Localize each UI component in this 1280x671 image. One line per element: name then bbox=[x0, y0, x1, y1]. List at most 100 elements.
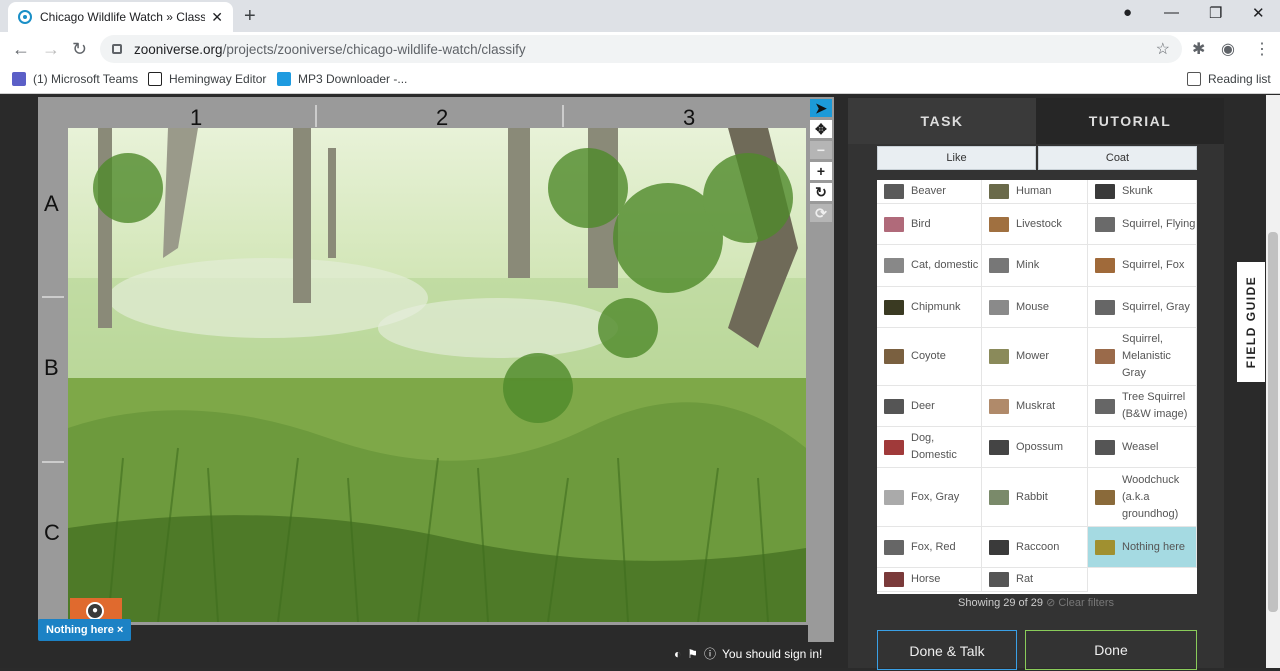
species-name: Weasel bbox=[1122, 440, 1159, 453]
species-thumbnail bbox=[1095, 216, 1115, 232]
species-name: Squirrel, Melanistic Gray bbox=[1122, 333, 1171, 379]
filter-like-button[interactable]: Like bbox=[877, 146, 1036, 170]
species-option[interactable]: Squirrel, Gray bbox=[1088, 287, 1197, 328]
species-name: Woodchuck (a.k.a groundhog) bbox=[1122, 473, 1180, 520]
back-icon[interactable]: ← bbox=[12, 39, 30, 60]
species-option[interactable]: Mouse bbox=[982, 287, 1088, 328]
species-option[interactable]: Raccoon bbox=[982, 527, 1088, 568]
species-name: Muskrat bbox=[1016, 399, 1056, 412]
done-and-talk-button[interactable]: Done & Talk bbox=[877, 630, 1017, 670]
sign-in-notice[interactable]: You should sign in! bbox=[722, 647, 822, 661]
pan-tool-icon[interactable]: ✥ bbox=[810, 120, 832, 138]
url-host: zooniverse.org bbox=[134, 41, 223, 57]
flag-icon[interactable]: ⚑ bbox=[687, 647, 698, 661]
tab-task[interactable]: TASK bbox=[848, 98, 1036, 144]
species-thumbnail bbox=[989, 216, 1009, 232]
species-option[interactable]: Fox, Red bbox=[877, 527, 982, 568]
species-option[interactable]: Woodchuck (a.k.a groundhog) bbox=[1088, 468, 1197, 527]
species-thumbnail bbox=[989, 349, 1009, 364]
clear-filters-label: Clear filters bbox=[1058, 597, 1114, 609]
info-icon[interactable]: ⓘ bbox=[704, 645, 716, 662]
species-option[interactable]: Cat, domestic bbox=[877, 245, 982, 287]
species-name: Horse bbox=[911, 573, 941, 585]
bookmark-teams[interactable]: (1) Microsoft Teams bbox=[12, 72, 138, 86]
species-option[interactable]: Mower bbox=[982, 328, 1088, 386]
species-option[interactable]: Chipmunk bbox=[877, 287, 982, 328]
tab-tutorial[interactable]: TUTORIAL bbox=[1036, 98, 1224, 144]
field-guide-tab[interactable]: FIELD GUIDE bbox=[1237, 262, 1265, 382]
species-option[interactable]: Fox, Gray bbox=[877, 468, 982, 527]
close-tab-icon[interactable]: ✕ bbox=[211, 9, 223, 26]
zoom-in-icon[interactable]: + bbox=[810, 162, 832, 180]
row-divider bbox=[42, 296, 64, 298]
bookmark-hemingway[interactable]: Hemingway Editor bbox=[148, 72, 266, 86]
species-option[interactable]: Mink bbox=[982, 245, 1088, 287]
species-option[interactable]: Weasel bbox=[1088, 427, 1197, 468]
species-option[interactable]: Squirrel, Flying bbox=[1088, 204, 1197, 245]
species-option[interactable]: Tree Squirrel (B&W image) bbox=[1088, 386, 1197, 427]
browser-toolbar: ← → ↻ zooniverse.org /projects/zoonivers… bbox=[0, 32, 1280, 66]
species-option[interactable]: Muskrat bbox=[982, 386, 1088, 427]
species-option[interactable]: Rabbit bbox=[982, 468, 1088, 527]
species-option[interactable]: Skunk bbox=[1088, 180, 1197, 204]
species-name: Fox, Gray bbox=[911, 490, 960, 503]
bookmark-mp3[interactable]: MP3 Downloader -... bbox=[277, 72, 407, 86]
panel-tabs: TASK TUTORIAL bbox=[848, 98, 1224, 144]
species-name: Squirrel, Flying bbox=[1122, 217, 1196, 230]
species-name: Mink bbox=[1016, 259, 1040, 271]
species-thumbnail bbox=[1095, 184, 1115, 199]
species-option[interactable]: Rat bbox=[982, 568, 1088, 592]
reading-list[interactable]: Reading list bbox=[1187, 72, 1271, 86]
page-scrollbar[interactable] bbox=[1266, 95, 1280, 668]
reset-icon[interactable]: ⟳ bbox=[810, 204, 832, 222]
clear-filters-link[interactable]: ⊘ Clear filters bbox=[1046, 597, 1114, 609]
species-option[interactable]: Beaver bbox=[877, 180, 982, 204]
species-option[interactable]: Dog, Domestic bbox=[877, 427, 982, 468]
species-thumbnail bbox=[884, 349, 904, 364]
species-name: Raccoon bbox=[1016, 540, 1060, 553]
camera-trap-image[interactable] bbox=[68, 128, 806, 622]
account-icon[interactable]: ◉ bbox=[1221, 39, 1235, 59]
species-option[interactable]: Human bbox=[982, 180, 1088, 204]
species-thumbnail bbox=[884, 489, 904, 505]
selected-choice-badge[interactable]: Nothing here × bbox=[38, 619, 132, 641]
species-thumbnail bbox=[1095, 539, 1115, 555]
extensions-icon[interactable]: ✱ bbox=[1192, 39, 1205, 59]
close-window-icon[interactable]: ✕ bbox=[1252, 4, 1265, 22]
new-tab-button[interactable]: + bbox=[244, 5, 256, 28]
bookmark-label: (1) Microsoft Teams bbox=[33, 72, 139, 86]
reload-icon[interactable]: ↻ bbox=[72, 39, 87, 60]
address-bar[interactable]: zooniverse.org /projects/zooniverse/chic… bbox=[100, 35, 1182, 63]
row-label: C bbox=[44, 520, 60, 545]
invert-icon[interactable]: ◐ bbox=[674, 647, 681, 661]
scrollbar-thumb[interactable] bbox=[1268, 232, 1278, 612]
species-thumbnail bbox=[884, 572, 904, 587]
menu-icon[interactable]: ⋮ bbox=[1254, 39, 1270, 59]
row-label: B bbox=[44, 355, 59, 380]
species-option[interactable]: Squirrel, Melanistic Gray bbox=[1088, 328, 1197, 386]
zoom-out-icon[interactable]: − bbox=[810, 141, 832, 159]
done-button[interactable]: Done bbox=[1025, 630, 1197, 670]
minimize-icon[interactable]: — bbox=[1164, 4, 1179, 21]
species-option[interactable]: Squirrel, Fox bbox=[1088, 245, 1197, 287]
maximize-icon[interactable]: ❐ bbox=[1209, 4, 1222, 22]
species-option[interactable]: Nothing here bbox=[1088, 527, 1197, 568]
forward-icon[interactable]: → bbox=[42, 39, 60, 60]
filter-buttons: Like Coat bbox=[877, 146, 1197, 170]
profile-menu-icon[interactable]: ● bbox=[1123, 4, 1132, 21]
bookmark-star-icon[interactable]: ☆ bbox=[1156, 39, 1170, 59]
species-name: Livestock bbox=[1016, 217, 1062, 230]
rotate-icon[interactable]: ↻ bbox=[810, 183, 832, 201]
species-option[interactable]: Coyote bbox=[877, 328, 982, 386]
filter-coat-button[interactable]: Coat bbox=[1038, 146, 1197, 170]
browser-tab[interactable]: Chicago Wildlife Watch » Classify ✕ bbox=[8, 2, 233, 32]
pointer-tool-icon[interactable]: ➤ bbox=[810, 99, 832, 117]
species-option[interactable]: Horse bbox=[877, 568, 982, 592]
species-option[interactable]: Opossum bbox=[982, 427, 1088, 468]
showing-text: Showing 29 of 29 bbox=[958, 597, 1044, 609]
species-thumbnail bbox=[884, 184, 904, 199]
species-option[interactable]: Livestock bbox=[982, 204, 1088, 245]
species-thumbnail bbox=[989, 572, 1009, 587]
species-option[interactable]: Deer bbox=[877, 386, 982, 427]
species-option[interactable]: Bird bbox=[877, 204, 982, 245]
